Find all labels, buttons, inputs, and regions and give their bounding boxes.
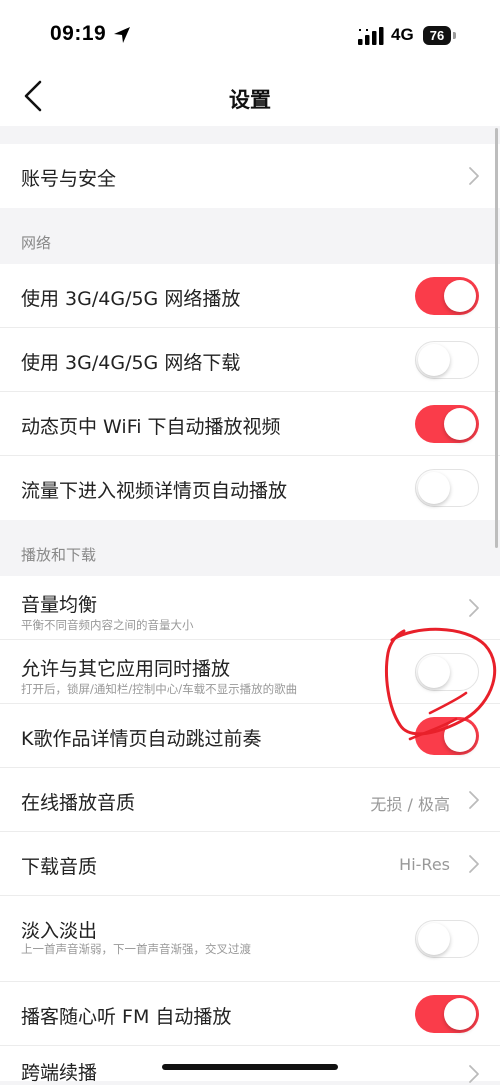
- status-time: 09:19: [50, 22, 107, 45]
- page-title: 设置: [229, 88, 271, 112]
- toggle-knob: [418, 343, 450, 376]
- row-title: 下载音质: [21, 856, 98, 878]
- row-title: 使用 3G/4G/5G 网络播放: [21, 288, 241, 310]
- row-cell-download: 使用 3G/4G/5G 网络下载: [0, 328, 500, 392]
- row-cell-play: 使用 3G/4G/5G 网络播放: [0, 264, 500, 328]
- annotation-circle-icon: [385, 627, 497, 741]
- row-title: 淡入淡出: [21, 920, 98, 942]
- row-feed-wifi-autoplay: 动态页中 WiFi 下自动播放视频: [0, 392, 500, 456]
- cell-play-toggle[interactable]: [415, 277, 479, 315]
- toggle-knob: [444, 408, 476, 440]
- cell-download-toggle[interactable]: [415, 341, 479, 379]
- nav-bar: 设置: [0, 64, 500, 126]
- section-header-network: 网络: [0, 208, 500, 264]
- row-subtitle: 上一首声音渐弱，下一首声音渐强，交叉过渡: [21, 942, 251, 956]
- section-title: 播放和下载: [21, 546, 97, 564]
- row-value: Hi-Res: [399, 855, 450, 874]
- row-title: 动态页中 WiFi 下自动播放视频: [21, 416, 281, 438]
- fade-toggle[interactable]: [415, 920, 479, 958]
- chevron-right-icon: [469, 1065, 479, 1083]
- row-podcast-fm-autoplay: 播客随心听 FM 自动播放: [0, 982, 500, 1046]
- row-title: 账号与安全: [21, 168, 117, 190]
- row-title: 在线播放音质: [21, 792, 136, 814]
- row-title: K歌作品详情页自动跳过前奏: [21, 728, 262, 750]
- toggle-knob: [444, 280, 476, 312]
- feed-wifi-autoplay-toggle[interactable]: [415, 405, 479, 443]
- data-video-autoplay-toggle[interactable]: [415, 469, 479, 507]
- row-title: 允许与其它应用同时播放: [21, 658, 231, 680]
- chevron-right-icon: [469, 791, 479, 809]
- row-title: 流量下进入视频详情页自动播放: [21, 480, 288, 502]
- section-header-playback: 播放和下载: [0, 520, 500, 576]
- toggle-knob: [418, 471, 450, 504]
- scrollbar[interactable]: [495, 128, 498, 548]
- chevron-right-icon: [469, 855, 479, 873]
- battery-icon: 76: [423, 26, 451, 45]
- row-account-security[interactable]: 账号与安全: [0, 144, 500, 208]
- row-download-quality[interactable]: 下载音质 Hi-Res: [0, 832, 500, 896]
- section-title: 网络: [21, 234, 52, 252]
- row-subtitle: 平衡不同音频内容之间的音量大小: [21, 618, 194, 632]
- location-arrow-icon: [114, 27, 130, 43]
- row-value: 无损 / 极高: [370, 795, 450, 814]
- row-subtitle: 打开后，锁屏/通知栏/控制中心/车载不显示播放的歌曲: [21, 682, 298, 696]
- home-indicator[interactable]: [162, 1064, 338, 1070]
- row-title: 音量均衡: [21, 594, 98, 616]
- toggle-knob: [444, 998, 476, 1030]
- status-bar: 09:19 4G 76: [0, 0, 500, 64]
- network-type: 4G: [391, 25, 414, 44]
- row-data-video-autoplay: 流量下进入视频详情页自动播放: [0, 456, 500, 520]
- podcast-fm-autoplay-toggle[interactable]: [415, 995, 479, 1033]
- row-title: 使用 3G/4G/5G 网络下载: [21, 352, 241, 374]
- row-title: 播客随心听 FM 自动播放: [21, 1006, 232, 1028]
- chevron-right-icon: [469, 167, 479, 185]
- signal-icon: [358, 27, 384, 45]
- battery-cap: [453, 32, 456, 39]
- row-online-quality[interactable]: 在线播放音质 无损 / 极高: [0, 768, 500, 832]
- row-fade: 淡入淡出 上一首声音渐弱，下一首声音渐强，交叉过渡: [0, 896, 500, 982]
- toggle-knob: [418, 922, 450, 955]
- battery-level: 76: [429, 28, 445, 43]
